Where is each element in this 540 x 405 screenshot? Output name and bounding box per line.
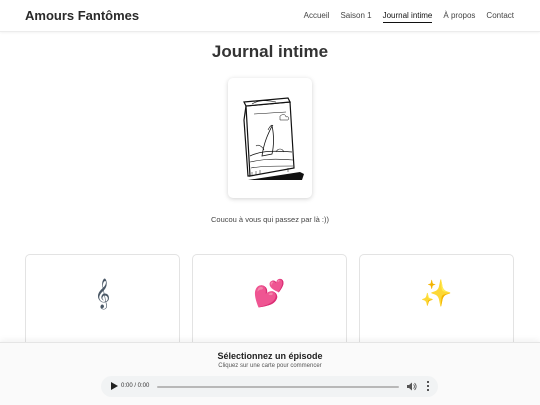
nav-link-saison-1[interactable]: Saison 1	[340, 11, 371, 23]
notebook-illustration-icon	[243, 97, 304, 180]
episode-card-magic[interactable]: ✨	[359, 254, 514, 354]
audio-player[interactable]: 0:00 / 0:00	[101, 376, 438, 397]
player-subtitle: Cliquez sur une carte pour commencer	[218, 363, 322, 369]
page-title: Journal intime	[211, 42, 329, 61]
nav-links: Accueil Saison 1 Journal intime À propos…	[293, 11, 514, 23]
navbar: Amours Fantômes Accueil Saison 1 Journal…	[0, 0, 540, 32]
site-brand[interactable]: Amours Fantômes	[25, 8, 139, 23]
seek-slider[interactable]	[157, 386, 399, 388]
sparkles-icon: ✨	[420, 279, 453, 309]
more-vertical-icon[interactable]	[426, 381, 429, 392]
welcome-tagline: Coucou à vous qui passez par là :))	[211, 215, 329, 224]
nav-link-contact[interactable]: Contact	[486, 11, 514, 23]
time-text: 0:00 / 0:00	[121, 383, 150, 389]
episode-card-music[interactable]: 𝄞	[25, 254, 180, 354]
player-bar: Sélectionnez un épisode Cliquez sur une …	[0, 342, 540, 405]
nav-link-journal-intime[interactable]: Journal intime	[382, 11, 433, 23]
treble-clef-icon: 𝄞	[94, 279, 111, 309]
volume-icon[interactable]	[407, 382, 417, 391]
episode-card-love[interactable]: 💕	[192, 254, 347, 354]
player-title: Sélectionnez un épisode	[217, 351, 323, 361]
play-icon[interactable]	[111, 382, 118, 390]
cover-card	[228, 78, 312, 198]
time-display: 0:00 / 0:00	[121, 383, 149, 389]
nav-link-a-propos[interactable]: À propos	[443, 11, 475, 23]
nav-link-accueil[interactable]: Accueil	[304, 11, 330, 23]
two-hearts-icon: 💕	[253, 279, 286, 309]
